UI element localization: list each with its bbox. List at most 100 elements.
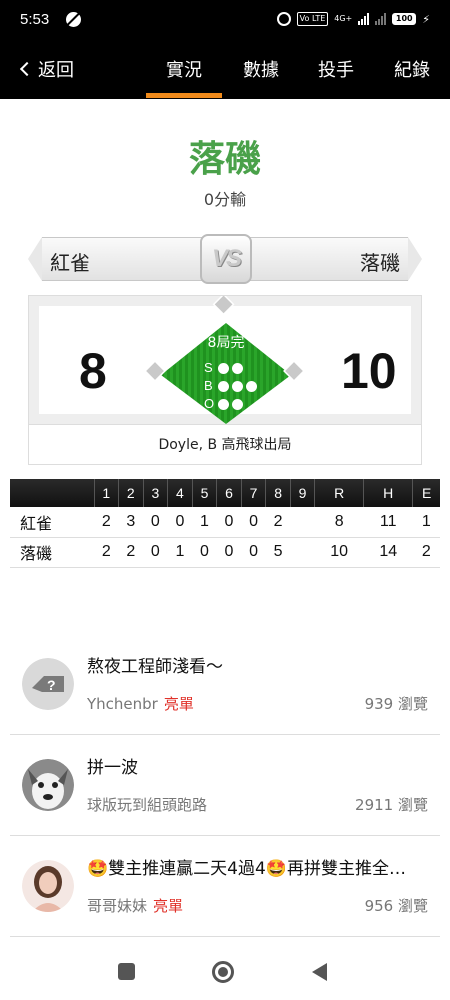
ball-dot [218,381,229,392]
strike-dot [218,363,229,374]
score-cell: 0 [167,507,193,538]
husky-avatar [22,759,74,811]
battery-icon: 100 [392,13,417,25]
header-cell: 3 [143,479,169,507]
volte-badge: Vo LTE [296,12,329,26]
inning-label: 8局完 [207,335,245,351]
header-cell: E [412,479,440,507]
signal-icon [358,13,370,25]
post-item[interactable]: 🤩雙主推連贏二天4過4🤩再拼雙主推全… 哥哥妹妹 亮單 956 瀏覽 [10,836,440,937]
errors-cell: 2 [412,537,440,568]
do-not-disturb-icon [66,12,81,27]
out-dot [218,399,229,410]
header-cell: 2 [118,479,144,507]
linescore-table: 1 2 3 4 5 6 7 8 9 R H E 紅雀 2 3 0 0 1 0 0… [10,479,440,568]
avatar-icon [22,860,74,912]
header-cell [10,479,95,507]
tab-records[interactable]: 紀錄 [394,56,430,82]
banner-left-arrow [28,237,42,281]
system-nav-bar [0,945,450,1000]
score-cell: 1 [192,507,217,538]
post-badge: 亮單 [163,695,194,713]
ball-label: B [204,378,213,393]
ball-dot [246,381,257,392]
score-cell: 0 [216,507,242,538]
banner-right-arrow [408,237,422,281]
header-cell: 8 [265,479,291,507]
score-cell [290,507,315,538]
linescore-row-away: 紅雀 2 3 0 0 1 0 0 2 8 11 1 [10,507,440,538]
second-base-icon [212,296,235,316]
charging-icon: ⚡ [422,12,430,26]
post-title: 熬夜工程師淺看～ [87,657,223,677]
score-cell: 2 [94,537,119,568]
vs-badge: VS [200,234,252,284]
post-meta: Yhchenbr 亮單 [87,693,194,714]
score-cell: 5 [265,537,291,568]
header-cell: 9 [290,479,316,507]
result-text: 0分輸 [203,190,247,209]
header-cell: R [314,479,365,507]
back-label: 返回 [38,60,74,81]
home-icon[interactable] [212,961,234,983]
strike-dot [232,363,243,374]
post-views: 939 瀏覽 [364,695,428,713]
score-cell: 0 [241,537,266,568]
post-title: 拼一波 [87,758,138,778]
tab-pitchers[interactable]: 投手 [318,56,354,82]
score-cell: 2 [94,507,119,538]
team-cell: 落磯 [10,537,94,568]
header-cell: 6 [216,479,242,507]
back-button[interactable]: 返回 [19,56,74,82]
post-meta: 球版玩到組頭跑路 [87,794,207,815]
header-cell: 5 [192,479,218,507]
post-views: 2911 瀏覽 [355,796,428,814]
network-type: 4G+ [334,14,353,23]
post-meta: 哥哥妹妹 亮單 [87,895,183,916]
score-cell: 0 [143,537,168,568]
score-cell: 0 [143,507,168,538]
post-author: 球版玩到組頭跑路 [87,796,208,814]
matchup-banner: 紅雀 落磯 VS [28,234,422,284]
back-icon[interactable] [312,963,327,981]
score-frame: 8 10 8局完 S B O [29,296,421,424]
placeholder-avatar: ? [22,658,74,710]
tab-stats[interactable]: 數據 [243,56,279,82]
score-box: 8 10 8局完 S B O Doyle, B 高飛球出局 [28,295,422,465]
out-label: O [204,396,215,411]
score-cell: 3 [118,507,144,538]
post-title: 🤩雙主推連贏二天4過4🤩再拼雙主推全… [87,859,406,879]
linescore-header-row: 1 2 3 4 5 6 7 8 9 R H E [10,479,440,507]
woman-avatar [22,860,74,912]
linescore-row-home: 落磯 2 2 0 1 0 0 0 5 10 14 2 [10,537,440,568]
hits-cell: 14 [363,537,413,568]
score-cell: 2 [265,507,291,538]
header-cell: 4 [167,479,193,507]
post-item[interactable]: ? 熬夜工程師淺看～ Yhchenbr 亮單 939 瀏覽 [10,634,440,735]
errors-cell: 1 [412,507,440,538]
status-bar: 5:53 Vo LTE 4G+ 100 ⚡ [0,0,450,42]
home-team-name: 落磯 [360,251,400,275]
recents-icon[interactable] [118,963,135,980]
tab-live[interactable]: 實況 [146,56,222,98]
strike-label: S [204,360,213,375]
signal-2-icon [375,13,387,25]
header-cell: H [363,479,414,507]
post-item[interactable]: 拼一波 球版玩到組頭跑路 2911 瀏覽 [10,735,440,836]
runs-cell: 10 [314,537,364,568]
score-cell [290,537,315,568]
svg-text:?: ? [47,677,56,693]
post-author: 哥哥妹妹 [87,897,148,915]
post-views: 956 瀏覽 [364,897,428,915]
ball-dot [232,381,243,392]
post-badge: 亮單 [153,897,184,915]
chevron-left-icon [19,61,35,77]
runs-cell: 8 [314,507,364,538]
score-cell: 0 [192,537,217,568]
nav-bar: 返回 實況 數據 投手 紀錄 [0,42,450,99]
team-title: 落磯 [188,139,261,180]
avatar-icon [22,759,74,811]
header-cell: 1 [94,479,120,507]
header-cell: 7 [241,479,267,507]
score-cell: 0 [241,507,266,538]
